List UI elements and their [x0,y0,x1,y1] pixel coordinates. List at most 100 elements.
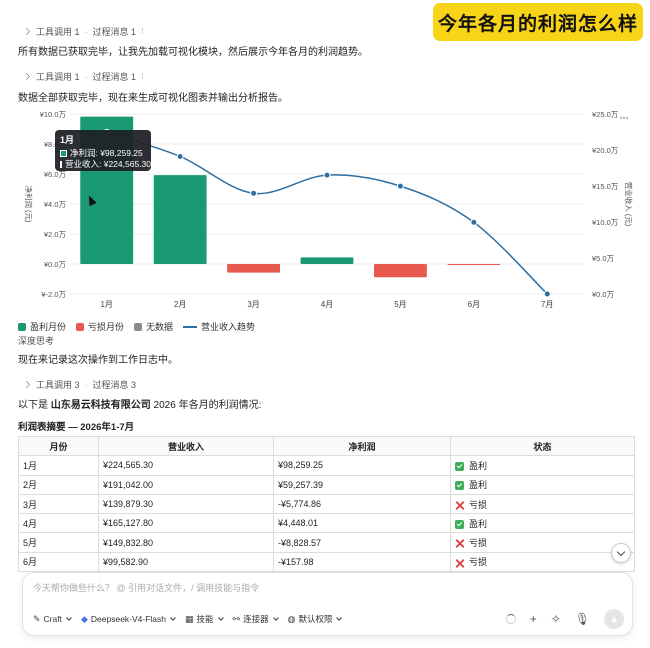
y-tick-label: ¥10.0万 [40,110,67,119]
cell-revenue: ¥99,582.90 [98,551,274,573]
table-header-row: 月份 营业收入 净利润 状态 [18,435,635,457]
mode-craft-dropdown[interactable]: ✎ Craft [33,613,72,625]
legend-label: 亏损月份 [88,322,125,332]
revenue-point [250,189,258,197]
tool-call-step-3[interactable]: 工具调用 3 · 过程消息 3 [22,378,136,391]
check-icon [455,519,464,529]
tool-call-label: 工具调用 1 [36,27,80,37]
cell-status: 盈利 [450,455,635,476]
more-icon: ⁝ [141,71,144,81]
y-tick-label: ¥-2.0万 [41,290,66,299]
cross-icon [455,501,464,510]
question-banner: 今年各月的利润怎么样 [433,3,643,41]
process-message-label: 过程消息 3 [92,380,137,390]
chevron-down-icon [336,615,343,621]
deep-think-label[interactable]: 深度思考 [18,334,54,347]
cell-month: 5月 [18,532,99,553]
separator: · [84,71,88,82]
bar-loss [227,264,281,273]
chart-more-icon[interactable]: ··· [619,110,629,124]
scroll-down-button[interactable] [611,543,631,563]
cell-revenue: ¥224,565.30 [98,455,274,476]
y-tick-label: ¥4.0万 [44,200,67,209]
x-tick-label: 4月 [321,300,333,309]
x-tick-label: 5月 [394,300,406,309]
model-label: Deepseek-V4-Flash [90,614,167,624]
shield-icon: ◍ [287,613,296,624]
chevron-right-icon [22,72,31,81]
separator: · [84,26,88,37]
cell-revenue: ¥191,042.00 [98,474,274,495]
swatch-icon [60,161,62,168]
bar-profit [300,257,354,264]
process-message-label: 过程消息 1 [92,27,137,37]
cell-revenue: ¥165,127.80 [98,513,274,534]
status-text: 盈利 [469,518,488,529]
skills-dropdown[interactable]: ▦ 技能 [185,613,224,625]
tooltip-row-revenue: 营业收入: ¥224,565.30 [60,159,151,170]
hammer-icon: ✎ [33,613,41,624]
chevron-down-icon [170,615,176,621]
legend-label: 无数据 [146,322,174,332]
cell-month: 6月 [18,551,99,573]
cell-status: 盈利 [450,474,635,495]
cell-profit: -¥5,774.86 [273,493,451,515]
legend-revenue[interactable]: 营业收入趋势 [183,320,255,333]
cell-status: 亏损 [450,532,635,553]
cell-profit: ¥4,448.01 [273,513,451,534]
revenue-point [176,152,184,160]
status-text: 亏损 [469,557,488,568]
connectors-dropdown[interactable]: ⚯ 连接器 [233,613,279,625]
tooltip-title: 1月 [60,135,75,145]
y2-axis-label: 营业收入 (元) [624,182,634,227]
add-icon[interactable]: + [530,612,537,626]
company-name: 山东易云科技有限公司 [50,400,151,411]
legend-nodata[interactable]: 无数据 [134,320,173,333]
tool-call-step-1[interactable]: 工具调用 1 · 过程消息 1 ⁝ [22,25,144,38]
skills-icon: ▦ [185,613,194,624]
banner-text: 今年各月的利润怎么样 [437,13,638,35]
mode-label: Craft [43,614,62,624]
permission-dropdown[interactable]: ◍ 默认权限 [287,613,343,625]
y-tick-label: ¥6.0万 [44,170,67,179]
sparkle-icon[interactable]: ✧ [551,612,561,626]
header-profit: 净利润 [273,435,451,457]
line-icon [183,325,198,328]
bar-loss [373,264,427,278]
bar-loss [447,264,501,265]
status-text: 亏损 [469,538,488,549]
table-row: 1月 ¥224,565.30 ¥98,259.25 盈利 [18,455,635,476]
legend-label: 营业收入趋势 [201,322,256,332]
status-text: 盈利 [469,480,488,491]
tool-call-step-2[interactable]: 工具调用 1 · 过程消息 1 ⁝ [22,70,144,83]
cell-profit: ¥98,259.25 [273,455,451,476]
y-tick-label: ¥2.0万 [44,230,67,239]
cell-month: 3月 [18,493,99,515]
table-row: 6月 ¥99,582.90 -¥157.98 亏损 [18,551,635,573]
cell-month: 1月 [18,455,99,476]
legend-loss[interactable]: 亏损月份 [76,320,124,333]
permission-label: 默认权限 [298,614,333,624]
composer-toolbar: ✎ Craft ◆ Deepseek-V4-Flash ▦ 技能 ⚯ 连接器 ◍ 默认权限 [33,613,343,625]
header-month: 月份 [18,435,99,457]
x-tick-label: 6月 [468,300,480,309]
microphone-icon[interactable]: 🎙 [575,612,590,626]
revenue-point [470,218,478,226]
cell-month: 2月 [18,474,99,495]
cell-profit: -¥8,828.57 [273,532,451,553]
cell-status: 亏损 [450,493,635,515]
more-icon: ⁝ [141,26,144,36]
check-icon [455,481,464,491]
cell-revenue: ¥149,832.80 [98,532,274,553]
cross-icon [455,559,464,568]
cell-profit: -¥157.98 [273,551,451,573]
table-row: 2月 ¥191,042.00 ¥59,257.39 盈利 [18,474,635,495]
composer-input[interactable]: 今天帮你做些什么？ @ 引用对话文件，/ 调用技能与指令 [33,581,259,594]
connectors-label: 连接器 [243,614,269,624]
legend-profit[interactable]: 盈利月份 [18,320,66,333]
chevron-down-icon [272,615,279,621]
skills-label: 技能 [196,614,214,624]
table-row: 3月 ¥139,879.30 -¥5,774.86 亏损 [18,493,635,515]
send-button[interactable]: ▲ [604,609,624,629]
model-dropdown[interactable]: ◆ Deepseek-V4-Flash [81,614,176,625]
